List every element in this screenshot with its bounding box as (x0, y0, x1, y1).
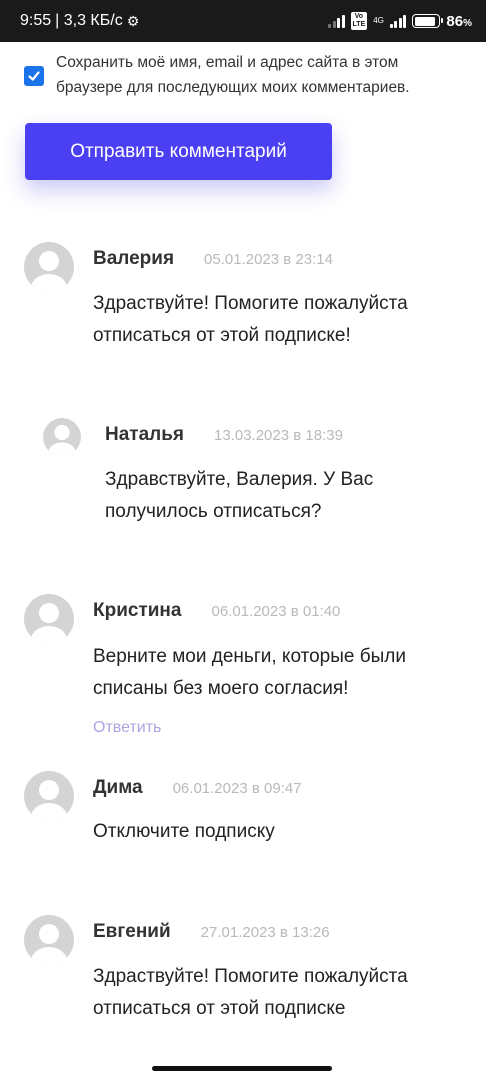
signal-icon (328, 14, 345, 28)
comment-author: Кристина (93, 600, 182, 621)
user-icon (31, 780, 67, 821)
comment-date[interactable]: 27.01.2023 в 13:26 (201, 924, 330, 941)
submit-comment-button[interactable]: Отправить комментарий (25, 123, 332, 180)
comment-text: Верните мои деньги, которые были списаны… (93, 646, 406, 699)
avatar (24, 242, 74, 292)
status-time: 9:55 (20, 12, 52, 29)
comment-date[interactable]: 06.01.2023 в 01:40 (211, 603, 340, 620)
comment-author: Валерия (93, 248, 175, 269)
volte-icon: Vo LTE (350, 12, 368, 30)
network-speed: | 3,3 КБ/с (55, 12, 123, 29)
comment-date[interactable]: 13.03.2023 в 18:39 (214, 427, 343, 444)
user-icon (48, 424, 76, 456)
comment-text: Здравствуйте, Валерия. У Вас получилось … (105, 469, 374, 522)
save-consent-label: Сохранить моё имя, email и адрес сайта в… (56, 54, 410, 96)
user-icon (31, 924, 67, 965)
reply-link[interactable]: Ответить (93, 719, 161, 737)
comment-date[interactable]: 05.01.2023 в 23:14 (204, 251, 333, 268)
signal-icon-2 (389, 14, 407, 28)
comment-text: Здраствуйте! Помогите пожалуйста отписат… (93, 966, 408, 1019)
battery-icon (412, 14, 444, 28)
user-icon (31, 251, 67, 292)
battery-percent: 86% (446, 12, 472, 30)
status-bar: 9:55 | 3,3 КБ/с ⚙ Vo LTE 4G 86% (0, 0, 486, 42)
save-consent-checkbox[interactable] (24, 66, 44, 86)
network-type: 4G (373, 16, 384, 25)
comment-author: Дима (93, 777, 143, 798)
comment-text: Здраствуйте! Помогите пожалуйста отписат… (93, 293, 408, 346)
avatar (24, 771, 74, 821)
avatar (24, 594, 74, 644)
avatar (24, 915, 74, 965)
checkmark-icon (28, 71, 40, 81)
comment-author: Евгений (93, 921, 171, 942)
user-icon (31, 603, 67, 644)
avatar (43, 418, 81, 456)
comment-date[interactable]: 06.01.2023 в 09:47 (173, 780, 302, 797)
comment-author: Наталья (105, 424, 184, 445)
save-consent[interactable]: Сохранить моё имя, email и адрес сайта в… (24, 50, 464, 100)
comment-text: Отключите подписку (93, 821, 275, 842)
gear-icon: ⚙ (126, 12, 140, 29)
home-indicator[interactable] (152, 1066, 332, 1071)
